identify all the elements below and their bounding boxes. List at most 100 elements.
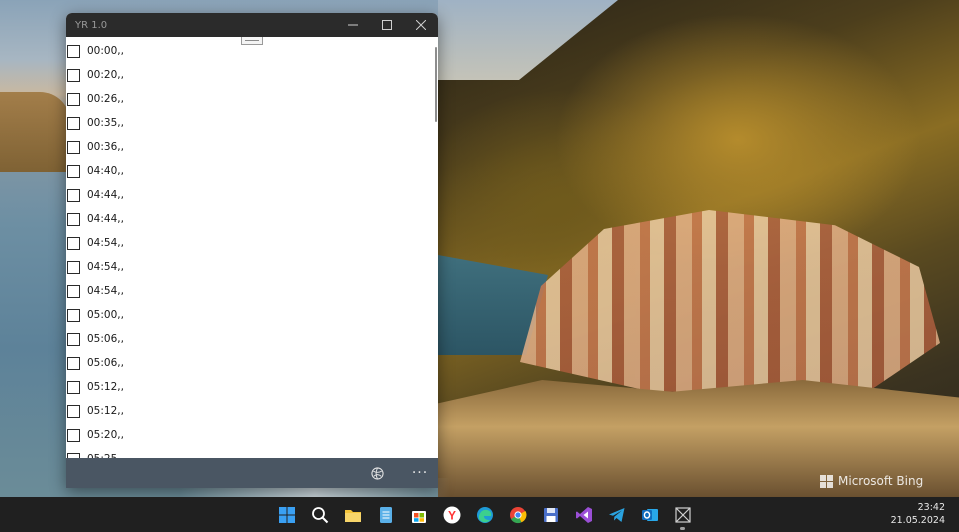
more-options-button[interactable]: ··· bbox=[404, 458, 436, 488]
globe-button[interactable] bbox=[361, 458, 393, 488]
maximize-button[interactable] bbox=[370, 13, 404, 37]
item-time-label: 05:12,, bbox=[87, 381, 124, 393]
yandex-icon: Y bbox=[443, 506, 460, 523]
list-item[interactable]: 05:12,, bbox=[66, 375, 438, 399]
item-checkbox[interactable] bbox=[67, 140, 80, 154]
taskbar-start-button[interactable] bbox=[270, 497, 303, 532]
window-titlebar[interactable]: YR 1.0 bbox=[66, 13, 438, 37]
taskbar-file-explorer-button[interactable] bbox=[336, 497, 369, 532]
item-time-label: 00:36,, bbox=[87, 141, 124, 153]
running-indicator bbox=[680, 527, 685, 530]
item-checkbox[interactable] bbox=[67, 428, 80, 442]
bing-watermark-text: Microsoft Bing bbox=[838, 474, 924, 488]
item-time-label: 04:54,, bbox=[87, 261, 124, 273]
list-item[interactable]: 00:35,, bbox=[66, 111, 438, 135]
item-checkbox[interactable] bbox=[67, 308, 80, 322]
app-window: YR 1.0 00:00,, 00:20,, 00:26,, 00:35,, 00:36… bbox=[66, 13, 438, 488]
telegram-icon bbox=[608, 507, 624, 522]
taskbar: Y 23:42 21.05.2024 bbox=[0, 497, 959, 532]
item-checkbox[interactable] bbox=[67, 380, 80, 394]
floppy-icon bbox=[543, 507, 558, 522]
list-item[interactable]: 04:40,, bbox=[66, 159, 438, 183]
list-item[interactable]: 00:36,, bbox=[66, 135, 438, 159]
outlook-icon bbox=[641, 508, 658, 521]
item-checkbox[interactable] bbox=[67, 284, 80, 298]
list-item[interactable]: 05:20,, bbox=[66, 423, 438, 447]
item-time-label: 00:35,, bbox=[87, 117, 124, 129]
search-icon bbox=[311, 506, 328, 523]
taskbar-search-button[interactable] bbox=[303, 497, 336, 532]
taskbar-yandex-browser-button[interactable]: Y bbox=[435, 497, 468, 532]
close-button[interactable] bbox=[404, 13, 438, 37]
list-item[interactable]: 00:20,, bbox=[66, 63, 438, 87]
list-item[interactable]: 05:25 bbox=[66, 447, 438, 458]
item-time-label: 00:00,, bbox=[87, 45, 124, 57]
item-time-label: 05:06,, bbox=[87, 357, 124, 369]
clock-time: 23:42 bbox=[917, 502, 945, 513]
item-checkbox[interactable] bbox=[67, 332, 80, 346]
folder-icon bbox=[344, 509, 361, 522]
list-item[interactable]: 05:00,, bbox=[66, 303, 438, 327]
command-bar: ··· bbox=[66, 458, 438, 488]
item-checkbox[interactable] bbox=[67, 116, 80, 130]
taskbar-chrome-button[interactable] bbox=[501, 497, 534, 532]
item-checkbox[interactable] bbox=[67, 404, 80, 418]
item-checkbox[interactable] bbox=[67, 236, 80, 250]
list-item[interactable]: 05:12,, bbox=[66, 399, 438, 423]
visual-studio-icon bbox=[575, 506, 592, 523]
item-time-label: 04:44,, bbox=[87, 213, 124, 225]
taskbar-edge-button[interactable] bbox=[468, 497, 501, 532]
drag-handle[interactable] bbox=[241, 37, 263, 45]
item-checkbox[interactable] bbox=[67, 68, 80, 82]
system-clock[interactable]: 23:42 21.05.2024 bbox=[891, 501, 945, 527]
taskbar-outlook-button[interactable] bbox=[633, 497, 666, 532]
list-item[interactable]: 05:06,, bbox=[66, 327, 438, 351]
taskbar-microsoft-store-button[interactable] bbox=[402, 497, 435, 532]
item-checkbox[interactable] bbox=[67, 164, 80, 178]
store-icon bbox=[411, 510, 426, 523]
item-time-label: 05:06,, bbox=[87, 333, 124, 345]
minimize-icon bbox=[348, 24, 358, 26]
list-item[interactable]: 04:54,, bbox=[66, 231, 438, 255]
item-time-label: 05:12,, bbox=[87, 405, 124, 417]
taskbar-app-x-button[interactable] bbox=[666, 497, 699, 532]
item-time-label: 05:20,, bbox=[87, 429, 124, 441]
svg-text:Y: Y bbox=[447, 508, 455, 522]
item-checkbox[interactable] bbox=[67, 260, 80, 274]
clock-date: 21.05.2024 bbox=[890, 515, 945, 526]
edge-icon bbox=[476, 506, 493, 523]
list-item[interactable]: 04:54,, bbox=[66, 279, 438, 303]
item-checkbox[interactable] bbox=[67, 44, 80, 58]
list-item[interactable]: 05:06,, bbox=[66, 351, 438, 375]
notepad-icon bbox=[379, 506, 392, 523]
x-box-icon bbox=[674, 506, 691, 523]
item-time-label: 00:26,, bbox=[87, 93, 124, 105]
list-item[interactable]: 04:54,, bbox=[66, 255, 438, 279]
time-checklist: 00:00,, 00:20,, 00:26,, 00:35,, 00:36,, 04:40… bbox=[66, 39, 438, 458]
item-time-label: 05:00,, bbox=[87, 309, 124, 321]
item-checkbox[interactable] bbox=[67, 212, 80, 226]
list-item[interactable]: 04:44,, bbox=[66, 183, 438, 207]
close-icon bbox=[416, 20, 426, 30]
minimize-button[interactable] bbox=[336, 13, 370, 37]
wallpaper-cliff bbox=[0, 92, 70, 172]
windows-start-icon bbox=[278, 506, 295, 523]
list-item[interactable]: 00:26,, bbox=[66, 87, 438, 111]
item-checkbox[interactable] bbox=[67, 188, 80, 202]
item-time-label: 04:44,, bbox=[87, 189, 124, 201]
item-time-label: 04:54,, bbox=[87, 237, 124, 249]
chrome-icon bbox=[509, 506, 527, 523]
item-checkbox[interactable] bbox=[67, 92, 80, 106]
globe-icon bbox=[370, 466, 384, 480]
window-controls bbox=[336, 13, 438, 37]
taskbar-save-app-button[interactable] bbox=[534, 497, 567, 532]
list-item[interactable]: 04:44,, bbox=[66, 207, 438, 231]
taskbar-telegram-button[interactable] bbox=[600, 497, 633, 532]
taskbar-visual-studio-button[interactable] bbox=[567, 497, 600, 532]
checklist-panel: 00:00,, 00:20,, 00:26,, 00:35,, 00:36,, 04:40… bbox=[66, 37, 438, 458]
bing-logo-icon bbox=[820, 474, 833, 488]
taskbar-notepad-button[interactable] bbox=[369, 497, 402, 532]
item-checkbox[interactable] bbox=[67, 356, 80, 370]
taskbar-apps: Y bbox=[270, 497, 699, 532]
vertical-scrollbar[interactable] bbox=[435, 47, 437, 122]
